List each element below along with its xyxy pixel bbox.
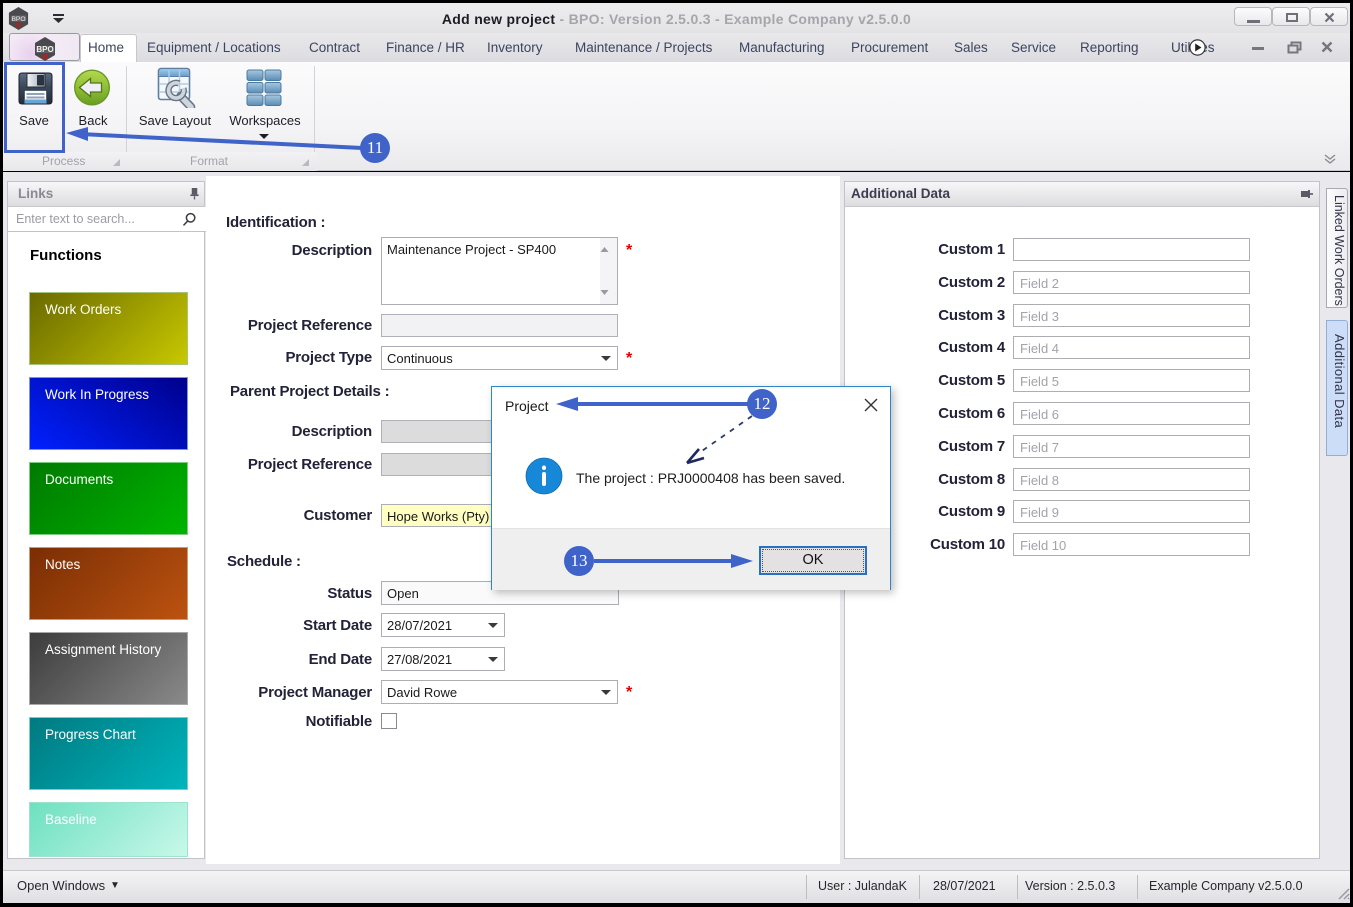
svg-text:BPO: BPO <box>36 45 53 54</box>
